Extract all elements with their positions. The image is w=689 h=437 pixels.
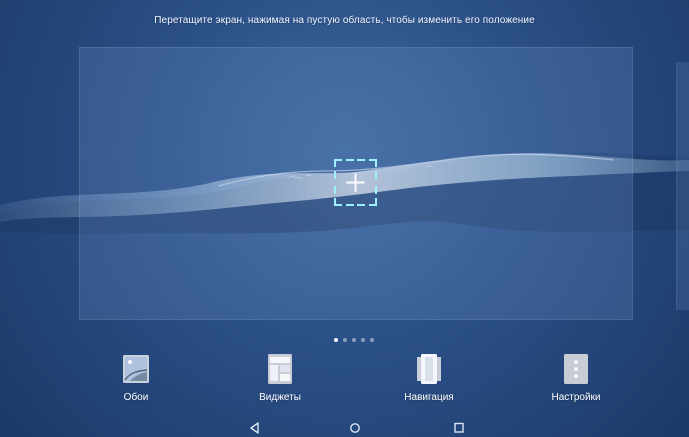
widgets-icon	[266, 352, 294, 386]
back-button[interactable]	[247, 421, 263, 435]
wallpaper-icon	[122, 352, 150, 386]
settings-label: Настройки	[551, 392, 601, 403]
home-icon	[350, 423, 360, 433]
home-button[interactable]	[347, 421, 363, 435]
wallpaper-label: Обои	[123, 392, 149, 403]
page-dot	[343, 338, 347, 342]
add-screen-button[interactable]	[333, 158, 378, 207]
page-dot-active	[334, 338, 338, 342]
back-icon	[250, 422, 259, 434]
navigation-button[interactable]: Навигация	[388, 350, 470, 410]
recent-apps-button[interactable]	[451, 421, 467, 435]
navigation-icon	[415, 352, 443, 386]
settings-icon	[562, 352, 590, 386]
page-dot	[361, 338, 365, 342]
edit-toolbar: Обои Виджеты Навигация Настройки	[0, 350, 689, 410]
page-dot	[370, 338, 374, 342]
widgets-label: Виджеты	[259, 392, 301, 403]
recent-apps-icon	[454, 422, 464, 433]
widgets-button[interactable]: Виджеты	[239, 350, 321, 410]
page-indicator	[334, 337, 376, 343]
plus-icon	[334, 159, 377, 206]
settings-button[interactable]: Настройки	[535, 350, 617, 410]
system-navigation-bar	[0, 420, 689, 437]
instruction-text: Перетащите экран, нажимая на пустую обла…	[154, 15, 535, 26]
next-screen-preview-edge[interactable]	[676, 62, 689, 310]
page-dot	[352, 338, 356, 342]
wallpaper-button[interactable]: Обои	[95, 350, 177, 410]
navigation-label: Навигация	[404, 392, 454, 403]
